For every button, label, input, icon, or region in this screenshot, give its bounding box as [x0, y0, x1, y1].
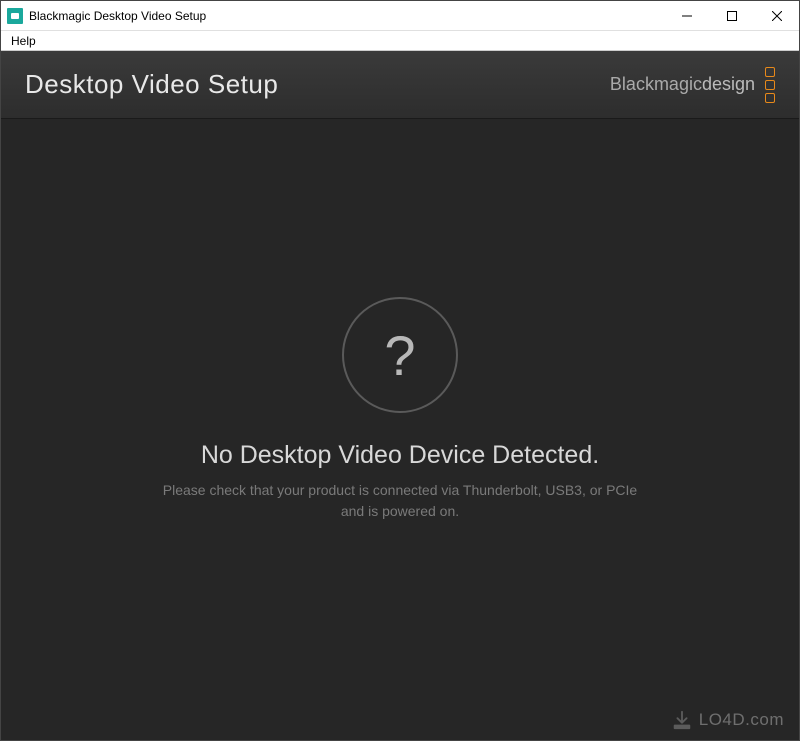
watermark: LO4D.com: [671, 709, 784, 731]
app-icon: [7, 8, 23, 24]
menu-help[interactable]: Help: [7, 34, 40, 48]
watermark-text: LO4D.com: [699, 710, 784, 730]
question-circle-icon: ?: [342, 297, 458, 413]
brand-prefix: Blackmagic: [610, 74, 702, 94]
window-titlebar[interactable]: Blackmagic Desktop Video Setup: [1, 1, 799, 31]
app-header: Desktop Video Setup Blackmagicdesign: [1, 51, 799, 119]
window-controls: [664, 1, 799, 30]
status-subtext: Please check that your product is connec…: [160, 480, 640, 522]
brand-suffix: design: [702, 74, 755, 94]
maximize-button[interactable]: [709, 1, 754, 30]
page-title: Desktop Video Setup: [25, 69, 278, 100]
window-title: Blackmagic Desktop Video Setup: [29, 9, 664, 23]
status-heading: No Desktop Video Device Detected.: [201, 441, 599, 470]
menubar: Help: [1, 31, 799, 51]
app-body: Desktop Video Setup Blackmagicdesign ? N…: [1, 51, 799, 740]
close-button[interactable]: [754, 1, 799, 30]
content-area: ? No Desktop Video Device Detected. Plea…: [1, 119, 799, 740]
download-icon: [671, 709, 693, 731]
question-mark-icon: ?: [384, 323, 415, 388]
brand-logo-icon: [765, 67, 775, 103]
minimize-button[interactable]: [664, 1, 709, 30]
brand-text: Blackmagicdesign: [610, 74, 755, 95]
brand: Blackmagicdesign: [610, 67, 775, 103]
app-window: Blackmagic Desktop Video Setup Help Desk…: [0, 0, 800, 741]
